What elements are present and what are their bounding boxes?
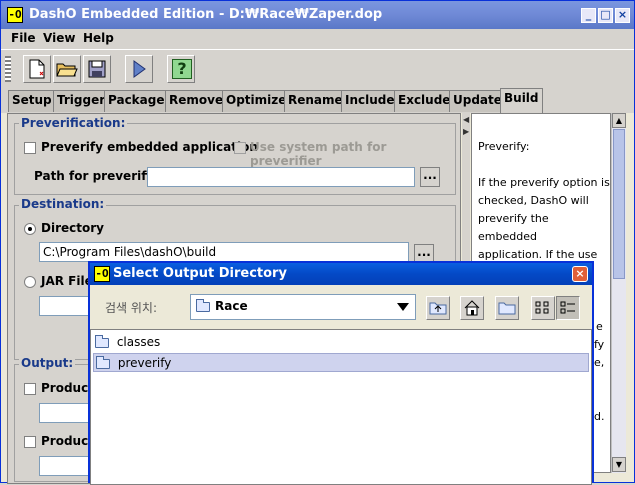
open-button[interactable]: [53, 55, 81, 83]
help-peek-2: e,: [594, 356, 605, 369]
up-folder-icon: [429, 302, 447, 315]
directory-input[interactable]: C:\Program Files\dashO\build: [39, 242, 409, 262]
split-left-arrow-icon[interactable]: ◀: [463, 115, 469, 124]
folder-icon: [95, 334, 109, 348]
home-icon: [464, 300, 480, 316]
tab-build[interactable]: Build: [500, 88, 543, 113]
directory-label: Directory: [41, 221, 104, 235]
jar-file-radio[interactable]: [24, 276, 36, 288]
split-right-arrow-icon[interactable]: ▶: [463, 127, 469, 136]
preverifier-browse-button[interactable]: ...: [420, 167, 440, 187]
system-path-label: Use system path for preverifier: [250, 140, 387, 168]
close-icon: ×: [575, 267, 585, 280]
help-peek-3: d.: [594, 410, 605, 423]
tab-remove[interactable]: Remove: [165, 90, 228, 112]
preverify-label: Preverify embedded application: [41, 140, 258, 154]
preverification-title: Preverification:: [19, 116, 128, 130]
minimize-button[interactable]: _: [581, 8, 596, 23]
produce-checkbox-1[interactable]: [24, 383, 36, 395]
title-bar[interactable]: -O DashO Embedded Edition - D:₩Race₩Zape…: [1, 1, 634, 29]
toolbar: ?: [1, 49, 634, 87]
java-app-icon: -O: [7, 7, 23, 23]
destination-title: Destination:: [19, 197, 107, 211]
help-line-5: embedded: [478, 230, 537, 243]
tab-update[interactable]: Update: [449, 90, 506, 112]
chevron-down-icon[interactable]: [397, 303, 409, 311]
directory-radio[interactable]: [24, 223, 36, 235]
tab-package[interactable]: Package: [104, 90, 169, 112]
dialog-title-bar[interactable]: -O Select Output Directory ×: [90, 263, 592, 285]
menu-file[interactable]: File: [11, 31, 36, 45]
jar-file-label: JAR File: [41, 274, 93, 288]
tab-include[interactable]: Include: [341, 90, 399, 112]
tab-rename[interactable]: Rename: [284, 90, 347, 112]
tab-bar: Setup Trigger Package Remove Optimize Re…: [1, 87, 634, 113]
menu-bar: File View Help: [1, 29, 634, 49]
list-view-button[interactable]: [531, 296, 555, 320]
tab-setup[interactable]: Setup: [8, 90, 56, 112]
help-line-3: checked, DashO will: [478, 194, 589, 207]
save-button[interactable]: [83, 55, 111, 83]
look-in-value: Race: [215, 299, 248, 313]
dialog-title: Select Output Directory: [113, 266, 287, 281]
help-peek-0: e: [596, 320, 603, 333]
produce-checkbox-2[interactable]: [24, 436, 36, 448]
home-button[interactable]: [460, 296, 484, 320]
save-icon: [88, 60, 106, 78]
run-icon: [133, 60, 146, 78]
dialog-java-icon: -O: [94, 266, 110, 282]
look-in-combobox[interactable]: Race: [190, 294, 416, 320]
help-line-4: preverify the: [478, 212, 549, 225]
select-output-directory-dialog: -O Select Output Directory × 검색 위치: Race…: [88, 261, 594, 485]
system-path-checkbox[interactable]: [234, 142, 246, 154]
maximize-button[interactable]: □: [598, 8, 613, 23]
preverifier-path-label: Path for preverifier: [34, 169, 165, 183]
menu-help[interactable]: Help: [83, 31, 114, 45]
scroll-up-icon[interactable]: ▲: [612, 113, 626, 128]
help-line-2: If the preverify option is: [478, 176, 610, 189]
help-button[interactable]: ?: [167, 55, 195, 83]
list-item[interactable]: classes: [93, 333, 589, 352]
folder-icon: [96, 355, 110, 369]
preverify-checkbox[interactable]: [24, 142, 36, 154]
dialog-close-button[interactable]: ×: [572, 266, 588, 282]
details-view-button[interactable]: [556, 296, 580, 320]
preverifier-path-input[interactable]: [147, 167, 415, 187]
tab-trigger[interactable]: Trigger: [53, 90, 110, 112]
scroll-down-icon[interactable]: ▼: [612, 457, 626, 472]
output-title: Output:: [19, 356, 76, 370]
tab-optimize[interactable]: Optimize: [222, 90, 291, 112]
menu-view[interactable]: View: [43, 31, 75, 45]
look-in-label: 검색 위치:: [105, 301, 158, 315]
new-folder-button[interactable]: [495, 296, 519, 320]
help-scrollbar[interactable]: ▲ ▼: [611, 113, 626, 473]
window-title: DashO Embedded Edition - D:₩Race₩Zaper.d…: [29, 7, 383, 22]
close-button[interactable]: ×: [615, 8, 630, 23]
new-file-button[interactable]: [23, 55, 51, 83]
file-list: classes preverify: [90, 329, 592, 485]
toolbar-grip[interactable]: [5, 56, 11, 82]
help-icon: ?: [172, 59, 192, 79]
tab-exclude[interactable]: Exclude: [394, 90, 455, 112]
scroll-thumb[interactable]: [613, 129, 625, 279]
run-button[interactable]: [125, 55, 153, 83]
list-item-label: preverify: [117, 356, 172, 370]
list-view-icon: [535, 301, 549, 314]
open-folder-icon: [56, 63, 78, 77]
folder-icon: [196, 299, 210, 312]
list-item[interactable]: preverify: [93, 353, 589, 372]
details-view-icon: [560, 301, 575, 314]
new-file-icon: [29, 59, 45, 79]
up-folder-button[interactable]: [426, 296, 450, 320]
help-peek-1: fy: [594, 338, 605, 351]
new-folder-icon: [498, 302, 516, 315]
list-item-label: classes: [116, 335, 161, 349]
help-line-0: Preverify:: [478, 140, 530, 153]
